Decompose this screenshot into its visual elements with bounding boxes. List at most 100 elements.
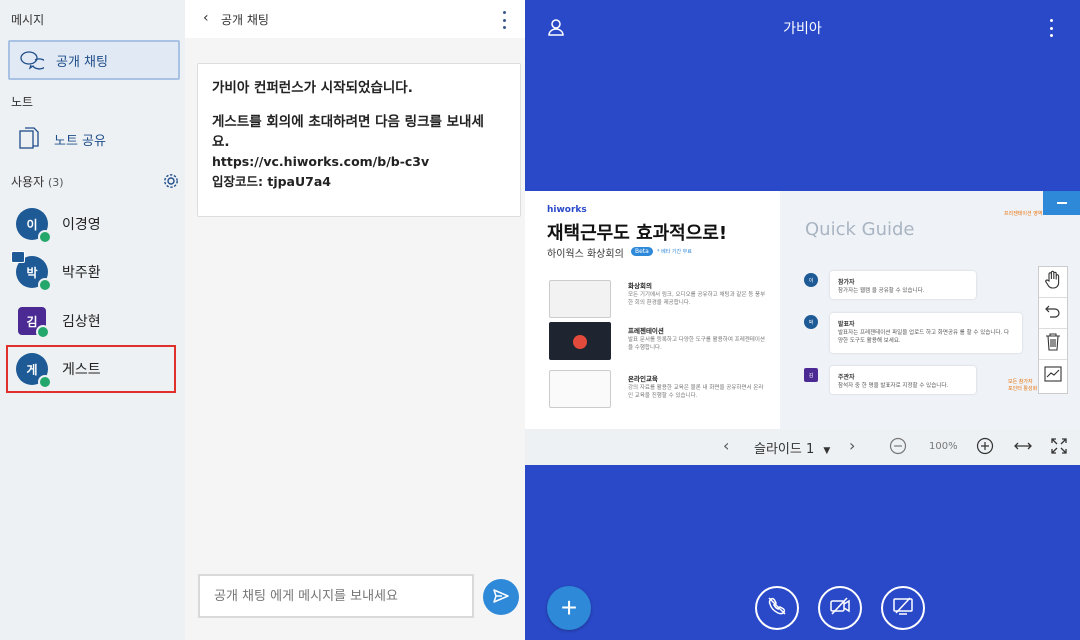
guide-card-desc: 참석자 중 한 명을 발표자로 지정할 수 있습니다. (838, 383, 949, 389)
avatar: 김 (18, 307, 50, 339)
avatar: 박 (11, 251, 52, 292)
guide-card-desc: 참가자는 웹캠 을 공유할 수 있습니다. (838, 288, 925, 294)
zoom-out-button[interactable] (889, 437, 907, 459)
conference-title: 가비아 (783, 21, 822, 37)
screen-share-toggle-button[interactable] (881, 586, 925, 630)
avatar-initial: 이 (26, 217, 38, 232)
feature-title: 프레젠테이션 (628, 327, 664, 335)
message-line: 요. (212, 134, 230, 150)
chat-title: 공개 채팅 (221, 13, 269, 27)
chevron-right-icon[interactable]: › (849, 436, 855, 455)
guide-avatar: 박 (804, 315, 818, 329)
sidebar-item-note-share-label: 노트 공유 (54, 133, 106, 149)
guide-card: 주관자 참석자 중 한 명을 발표자로 지정할 수 있습니다. (830, 366, 976, 394)
guide-avatar: 이 (804, 273, 818, 287)
sidebar-item-note-share[interactable]: 노트 공유 (8, 119, 180, 159)
avatar: 이 (16, 208, 52, 244)
more-menu-icon[interactable] (1048, 19, 1054, 37)
guide-card: 참가자 참가자는 웹캠 을 공유할 수 있습니다. (830, 271, 976, 299)
avatar: 게 (16, 353, 52, 389)
zoom-level: 100% (929, 441, 958, 452)
guide-avatar: 김 (804, 368, 818, 382)
user-item-selected[interactable]: 게 게스트 (6, 345, 176, 393)
chat-header: ‹ 공개 채팅 (185, 0, 525, 38)
guide-card-title: 주관자 (838, 374, 855, 381)
avatar-initial: 박 (26, 265, 38, 280)
users-count: (3) (47, 176, 64, 189)
avatar-initial: 김 (26, 314, 38, 329)
add-button[interactable]: + (547, 586, 591, 630)
delete-button[interactable] (1039, 329, 1067, 360)
fit-width-button[interactable] (1013, 438, 1033, 458)
video-toggle-button[interactable] (818, 586, 862, 630)
document-icon (18, 126, 42, 152)
guide-card-title: 참가자 (838, 279, 855, 286)
fullscreen-button[interactable] (1051, 438, 1067, 458)
presenter-icon (11, 251, 25, 263)
zoom-out-icon (889, 437, 907, 459)
guide-card: 발표자 발표자는 프레젠테이션 파일을 업로드 하고 화면공유 를 할 수 있습… (830, 313, 1022, 353)
notes-section-label: 노트 (11, 95, 34, 109)
hand-icon (1044, 270, 1062, 294)
send-icon (492, 587, 510, 608)
guide-card-desc: 발표자는 프레젠테이션 파일을 업로드 하고 화면공유 를 할 수 있습니다. … (838, 330, 1010, 344)
zoom-in-icon (976, 437, 994, 459)
feature-title: 온라인교육 (628, 375, 658, 383)
annotation-toolbar (1038, 266, 1068, 394)
beta-note: * 베타 기간 무료 (657, 249, 692, 255)
slide-navigation-bar: ‹ 슬라이드 1 ▼ › 100% (525, 429, 1080, 465)
feature-desc: 발표 문서를 등록하고 다양한 도구를 활용하여 프레젠테이션을 수행합니다. (628, 337, 765, 351)
sidebar-item-public-chat[interactable]: 공개 채팅 (8, 40, 180, 80)
mic-icon (38, 278, 52, 292)
beta-badge: Beta (631, 247, 653, 256)
user-item[interactable]: 김 김상현 (8, 297, 176, 345)
users-label: 사용자 (11, 175, 45, 189)
sidebar: 메시지 공개 채팅 노트 노트 공유 사용자 (3) 이 이경영 박 박주환 김… (0, 0, 185, 640)
message-line: 가비아 컨퍼런스가 시작되었습니다. (212, 80, 413, 96)
gear-icon[interactable] (162, 172, 180, 190)
fullscreen-icon (1051, 438, 1067, 458)
undo-button[interactable] (1039, 298, 1067, 329)
sidebar-item-public-chat-label: 공개 채팅 (56, 54, 108, 70)
video-conference-image (549, 280, 611, 318)
audio-toggle-button[interactable] (755, 586, 799, 630)
arrows-horizontal-icon (1013, 442, 1033, 458)
user-item[interactable]: 이 이경영 (8, 200, 176, 248)
hand-tool-button[interactable] (1039, 267, 1067, 298)
slide-title: 재택근무도 효과적으로! (547, 223, 728, 244)
camera-off-icon (829, 595, 851, 621)
user-name: 이경영 (62, 217, 101, 233)
quick-guide-title: Quick Guide (805, 219, 915, 240)
send-button[interactable] (483, 579, 519, 615)
caret-down-icon: ▼ (823, 446, 831, 456)
entry-code: 입장코드: tjpaU7a4 (212, 174, 331, 189)
plus-icon: + (560, 592, 578, 623)
mic-icon (38, 230, 52, 244)
chart-tool-button[interactable] (1039, 360, 1067, 391)
messages-section-label: 메시지 (11, 13, 45, 27)
slide-selector[interactable]: 슬라이드 1 ▼ (754, 438, 830, 457)
chevron-left-icon[interactable]: ‹ (723, 436, 729, 455)
feature-desc: 모든 기기에서 링크, 오디오를 공유하고 채팅과 같은 등 풍부한 회의 환경… (628, 292, 766, 306)
chat-message-input[interactable] (198, 574, 474, 618)
guide-card-title: 발표자 (838, 321, 855, 328)
slide-right-panel: Quick Guide 프리젠테이션 영역 이 참가자 참가자는 웹캠 을 공유… (780, 191, 1080, 429)
more-menu-icon[interactable] (501, 11, 507, 29)
chart-icon (1044, 365, 1062, 386)
users-section-label: 사용자 (3) (11, 173, 64, 190)
collapse-button[interactable] (1043, 191, 1080, 215)
invite-link[interactable]: https://vc.hiworks.com/b/b-c3v (212, 152, 506, 172)
mic-icon (38, 375, 52, 389)
user-name: 게스트 (62, 362, 101, 378)
user-item[interactable]: 박 박주환 (8, 248, 176, 296)
zoom-in-button[interactable] (976, 437, 994, 459)
feature-title: 화상회의 (628, 282, 652, 290)
main-stage: 가비아 hiworks 재택근무도 효과적으로! 하이웍스 화상회의 Beta … (525, 0, 1080, 640)
screen-share-off-icon (892, 595, 914, 621)
message-line: 게스트를 회의에 초대하려면 다음 링크를 보내세 (212, 114, 484, 130)
trash-icon (1045, 333, 1061, 355)
system-message: 가비아 컨퍼런스가 시작되었습니다. 게스트를 회의에 초대하려면 다음 링크를… (197, 63, 521, 217)
chevron-left-icon[interactable]: ‹ (203, 10, 209, 26)
slide-brand: hiworks (547, 205, 587, 215)
undo-icon (1044, 302, 1062, 324)
